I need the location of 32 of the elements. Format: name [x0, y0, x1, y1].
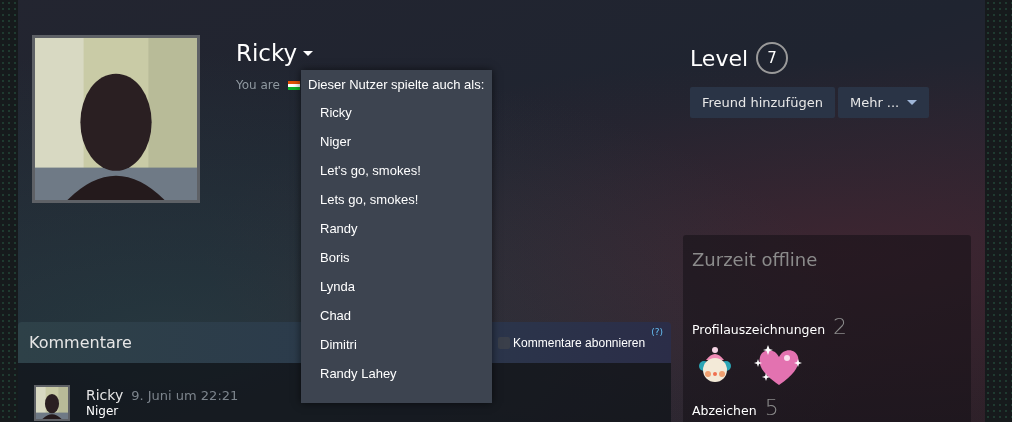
subscribe-label[interactable]: Kommentare abonnieren [513, 335, 646, 350]
flag-icon [287, 80, 300, 90]
awards-count: 2 [833, 314, 848, 339]
alias-item[interactable]: Ricky [301, 98, 492, 127]
location-label: You are [236, 78, 280, 92]
level-label: Level [690, 45, 749, 71]
comment-text: Niger [86, 404, 120, 418]
caret-icon [303, 50, 314, 56]
help-link[interactable]: (?) [651, 327, 663, 337]
heart-icon[interactable] [754, 345, 804, 387]
awards-label[interactable]: Profilauszeichnungen [692, 322, 826, 337]
alias-item[interactable]: Niger [301, 127, 492, 156]
badges-count: 5 [764, 395, 779, 420]
menu-title: Dieser Nutzer spielte auch als: [307, 77, 486, 94]
alias-item[interactable]: Let's go, smokes! [301, 156, 492, 185]
badges-label[interactable]: Abzeichen [692, 403, 757, 418]
alias-item[interactable]: Lynda [301, 272, 492, 301]
add-friend-button[interactable]: Freund hinzufügen [690, 87, 835, 118]
alias-item[interactable]: Dimitri [301, 330, 492, 359]
alias-item[interactable]: Lets go, smokes! [301, 185, 492, 214]
alias-item[interactable]: Boris [301, 243, 492, 272]
level-badge: 7 [756, 42, 789, 74]
more-button[interactable]: Mehr ... [837, 87, 930, 118]
comment-time: 9. Juni um 22:21 [131, 388, 239, 403]
alias-item[interactable]: Chad [301, 301, 492, 330]
caret-icon [907, 100, 918, 105]
comments-title: Kommentare [29, 333, 132, 352]
alias-item[interactable]: Randy [301, 214, 492, 243]
alias-item[interactable]: Randy Lahey [301, 359, 492, 388]
status-text: Zurzeit offline [692, 249, 819, 270]
comment-author[interactable]: Ricky [86, 387, 124, 403]
profile-name: Ricky [236, 40, 298, 66]
